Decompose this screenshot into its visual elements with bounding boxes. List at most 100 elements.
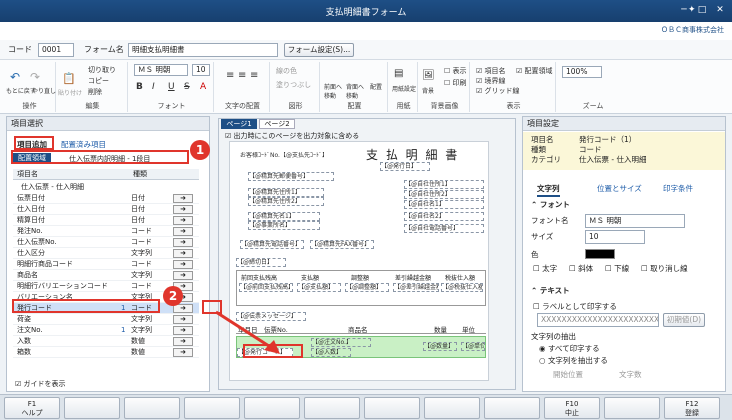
fkey-empty[interactable] xyxy=(184,397,240,419)
fkey-empty[interactable] xyxy=(244,397,300,419)
italic-checkbox[interactable]: ☐ 斜体 xyxy=(569,263,593,275)
paper-setting-button[interactable]: 用紙設定 xyxy=(392,84,416,93)
field-issue-date[interactable]: 【@発行日】 xyxy=(380,162,430,171)
text-section[interactable]: ⌃ テキスト xyxy=(531,285,570,297)
field-carryover[interactable]: 【@差引繰越金額】 xyxy=(393,283,439,292)
font-name-field[interactable]: ＭＳ 明朝 xyxy=(585,214,685,228)
align-left-icon[interactable]: ≡ xyxy=(226,70,234,81)
field-payment[interactable]: 【@支払額】 xyxy=(297,283,341,292)
add-item-button[interactable]: ➜ xyxy=(173,238,193,247)
underline-button[interactable]: U xyxy=(168,82,175,92)
undo-icon[interactable]: ↶ xyxy=(10,70,20,84)
strike-checkbox[interactable]: ☐ 取り消し線 xyxy=(641,263,688,275)
table-row[interactable]: 仕入区分 文字列 ➜ xyxy=(13,248,199,259)
cut-button[interactable]: 切り取り xyxy=(88,65,116,75)
field-payee-addr2[interactable]: 【@精算先住所2】 xyxy=(248,197,324,206)
tab-page2[interactable]: ページ2 xyxy=(259,119,295,129)
add-item-button[interactable]: ➜ xyxy=(173,271,193,280)
add-item-button[interactable]: ➜ xyxy=(173,348,193,357)
table-row[interactable]: 発注No. コード ➜ xyxy=(13,226,199,237)
table-row[interactable]: 入数 数値 ➜ xyxy=(13,336,199,347)
label-text-field[interactable]: XXXXXXXXXXXXXXXXXXXXXXX xyxy=(537,313,659,327)
field-quantity-per[interactable]: 【@入数】 xyxy=(311,348,351,357)
field-payee-zip[interactable]: 【@精算先郵便番号】 xyxy=(248,172,334,181)
item-group[interactable]: 仕入伝票 - 仕入明細 xyxy=(21,182,84,192)
include-page-checkbox[interactable]: ☑ 出力時にこのページを出力対象に含める xyxy=(225,131,359,141)
send-back-button[interactable]: 背面へ移動 xyxy=(346,82,366,100)
paste-button[interactable]: 貼り付け xyxy=(58,88,82,97)
field-qty[interactable]: 【@数量】 xyxy=(423,342,457,351)
strike-button[interactable]: S xyxy=(184,82,190,92)
zoom-select[interactable]: 100% xyxy=(562,66,602,78)
field-company-addr2[interactable]: 【@自社住所2】 xyxy=(404,190,484,199)
form-settings-button[interactable]: フォーム設定(S)... xyxy=(284,43,354,57)
initial-value-button[interactable]: 初期値(D) xyxy=(663,313,705,327)
delete-button[interactable]: 削除 xyxy=(88,87,102,97)
field-customer-code[interactable]: お客様ｺｰﾄﾞNo.【@支払先ｺｰﾄﾞ】 xyxy=(240,152,350,159)
underline-checkbox[interactable]: ☐ 下線 xyxy=(605,263,629,275)
table-row[interactable]: 明細行商品コード コード ➜ xyxy=(13,259,199,270)
item-name-checkbox[interactable]: ☑ 項目名 xyxy=(476,66,506,76)
layout-area-checkbox[interactable]: ☑ 配置領域 xyxy=(516,66,553,76)
fkey-f1[interactable]: F1 ヘルプ xyxy=(4,397,60,419)
close-icon[interactable]: ✕ xyxy=(712,3,728,17)
field-company-name1[interactable]: 【@自社名1】 xyxy=(404,200,484,209)
table-row[interactable]: 荷姿 文字列 ➜ xyxy=(13,314,199,325)
copy-button[interactable]: コピー xyxy=(88,76,109,86)
fkey-empty[interactable] xyxy=(124,397,180,419)
paper-icon[interactable]: ▤ xyxy=(394,68,403,79)
bold-checkbox[interactable]: ☐ 太字 xyxy=(533,263,557,275)
field-company-tel[interactable]: 【@自社電話番号】 xyxy=(404,224,484,233)
maximize-icon[interactable]: □ xyxy=(694,3,710,17)
field-company-addr1[interactable]: 【@自社住所1】 xyxy=(404,180,484,189)
tab-string[interactable]: 文字列 xyxy=(537,183,560,197)
add-item-button[interactable]: ➜ xyxy=(173,337,193,346)
add-item-button[interactable]: ➜ xyxy=(173,260,193,269)
color-swatch[interactable] xyxy=(585,249,615,259)
table-row[interactable]: 伝票日付 日付 ➜ xyxy=(13,193,199,204)
table-row[interactable]: 仕入伝票No. コード ➜ xyxy=(13,237,199,248)
guide-checkbox[interactable]: ☑ ガイドを表示 xyxy=(15,379,66,389)
add-item-button[interactable]: ➜ xyxy=(173,326,193,335)
form-name-field[interactable]: 明細支払明細書 xyxy=(128,43,278,57)
extract-radio[interactable]: ○ 文字列を抽出する xyxy=(539,355,608,367)
fkey-empty[interactable] xyxy=(424,397,480,419)
field-order-no[interactable]: 【@注文No.】 xyxy=(311,338,371,347)
paste-icon[interactable]: 📋 xyxy=(62,72,76,85)
field-payee-addr1[interactable]: 【@精算先住所1】 xyxy=(248,188,324,197)
line-color-button[interactable]: 線の色 xyxy=(276,66,297,76)
bring-front-button[interactable]: 前面へ移動 xyxy=(324,82,344,100)
fkey-f12[interactable]: F12 登録 xyxy=(664,397,720,419)
tab-placed-items[interactable]: 配置済み項目 xyxy=(61,139,106,150)
table-row[interactable]: 商品名 文字列 ➜ xyxy=(13,270,199,281)
table-row[interactable]: 仕入日付 日付 ➜ xyxy=(13,204,199,215)
tab-print-condition[interactable]: 印字条件 xyxy=(663,183,693,195)
fkey-empty[interactable] xyxy=(364,397,420,419)
fkey-f10[interactable]: F10 中止 xyxy=(544,397,600,419)
fkey-empty[interactable] xyxy=(484,397,540,419)
field-payee-tel[interactable]: 【@精算先電話番号】 xyxy=(240,240,304,249)
add-item-button[interactable]: ➜ xyxy=(173,205,193,214)
field-net-purchase[interactable]: 【@税抜仕入額】 xyxy=(441,283,483,292)
field-office-name[interactable]: 【@事業所名】 xyxy=(248,221,320,230)
add-item-button[interactable]: ➜ xyxy=(173,194,193,203)
add-item-button[interactable]: ➜ xyxy=(173,315,193,324)
print-all-radio[interactable]: ◉ すべて印字する xyxy=(539,343,600,355)
field-adjust[interactable]: 【@調整額】 xyxy=(345,283,389,292)
table-row[interactable]: 箱数 数値 ➜ xyxy=(13,347,199,358)
grid-checkbox[interactable]: ☑ グリッド線 xyxy=(476,86,520,96)
fkey-empty[interactable] xyxy=(304,397,360,419)
tab-page1[interactable]: ページ1 xyxy=(221,119,257,129)
align-button[interactable]: 配置 xyxy=(370,82,382,91)
image-icon[interactable]: 🖼 xyxy=(422,70,435,81)
font-section[interactable]: ⌃ フォント xyxy=(531,199,570,211)
fill-button[interactable]: 塗りつぶし xyxy=(276,80,311,90)
field-company-name2[interactable]: 【@自社名2】 xyxy=(404,212,484,221)
field-unit[interactable]: 【@単位】 xyxy=(461,342,485,351)
background-button[interactable]: 背景 xyxy=(422,86,434,95)
add-item-button[interactable]: ➜ xyxy=(173,249,193,258)
tab-position-size[interactable]: 位置とサイズ xyxy=(597,183,642,195)
print-as-label-checkbox[interactable]: ☐ ラベルとして印字する xyxy=(533,301,617,313)
redo-button[interactable]: やり直し xyxy=(32,86,56,95)
font-color-button[interactable]: A xyxy=(200,82,206,92)
